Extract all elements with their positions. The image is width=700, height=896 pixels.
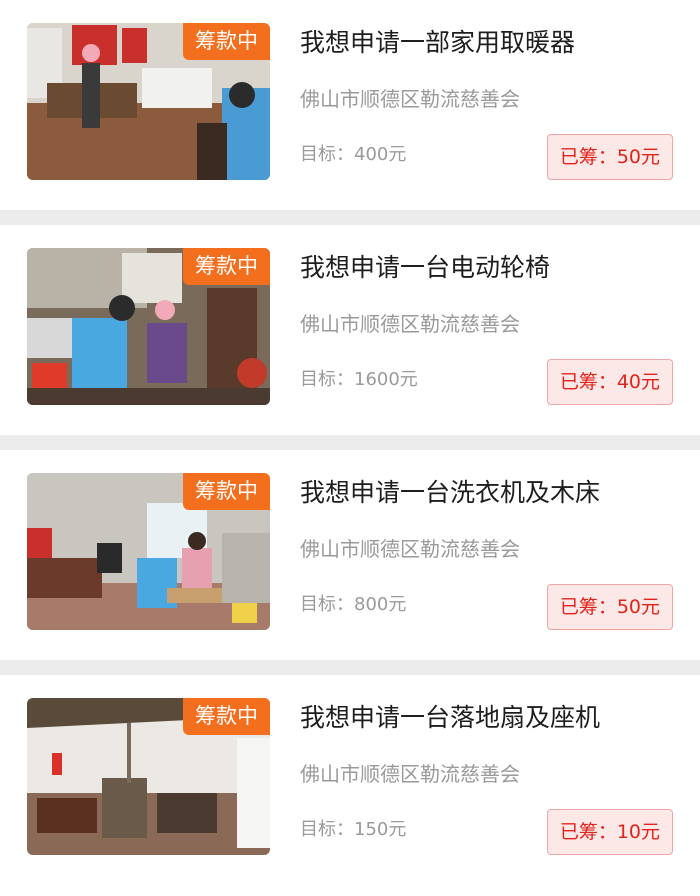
status-badge: 筹款中: [183, 698, 270, 735]
project-card[interactable]: 筹款中 我想申请一台洗衣机及木床 佛山市顺德区勒流慈善会 目标：800元 已筹：…: [0, 450, 700, 660]
project-title[interactable]: 我想申请一部家用取暖器: [300, 22, 575, 64]
project-title[interactable]: 我想申请一台电动轮椅: [300, 247, 550, 289]
project-photo[interactable]: 筹款中: [27, 473, 270, 630]
status-badge: 筹款中: [183, 248, 270, 285]
project-card[interactable]: 筹款中 我想申请一台电动轮椅 佛山市顺德区勒流慈善会 目标：1600元 已筹：4…: [0, 225, 700, 435]
project-photo[interactable]: 筹款中: [27, 23, 270, 180]
project-list: 筹款中 我想申请一部家用取暖器 佛山市顺德区勒流慈善会 目标：400元 已筹：5…: [0, 0, 700, 896]
goal-amount: 目标：1600元: [300, 369, 418, 390]
project-title[interactable]: 我想申请一台落地扇及座机: [300, 697, 600, 739]
project-title[interactable]: 我想申请一台洗衣机及木床: [300, 472, 600, 514]
goal-amount: 目标：150元: [300, 819, 407, 840]
status-badge: 筹款中: [183, 23, 270, 60]
organization-name: 佛山市顺德区勒流慈善会: [300, 537, 520, 561]
project-card[interactable]: 筹款中 我想申请一部家用取暖器 佛山市顺德区勒流慈善会 目标：400元 已筹：5…: [0, 0, 700, 210]
raised-amount-badge: 已筹：10元: [546, 809, 673, 855]
raised-amount-badge: 已筹：50元: [546, 134, 673, 180]
project-photo[interactable]: 筹款中: [27, 248, 270, 405]
status-badge: 筹款中: [183, 473, 270, 510]
organization-name: 佛山市顺德区勒流慈善会: [300, 762, 520, 786]
raised-amount-badge: 已筹：40元: [546, 359, 673, 405]
project-card[interactable]: 筹款中 我想申请一台落地扇及座机 佛山市顺德区勒流慈善会 目标：150元 已筹：…: [0, 675, 700, 896]
goal-amount: 目标：800元: [300, 594, 407, 615]
project-photo[interactable]: 筹款中: [27, 698, 270, 855]
organization-name: 佛山市顺德区勒流慈善会: [300, 87, 520, 111]
goal-amount: 目标：400元: [300, 144, 407, 165]
raised-amount-badge: 已筹：50元: [546, 584, 673, 630]
organization-name: 佛山市顺德区勒流慈善会: [300, 312, 520, 336]
